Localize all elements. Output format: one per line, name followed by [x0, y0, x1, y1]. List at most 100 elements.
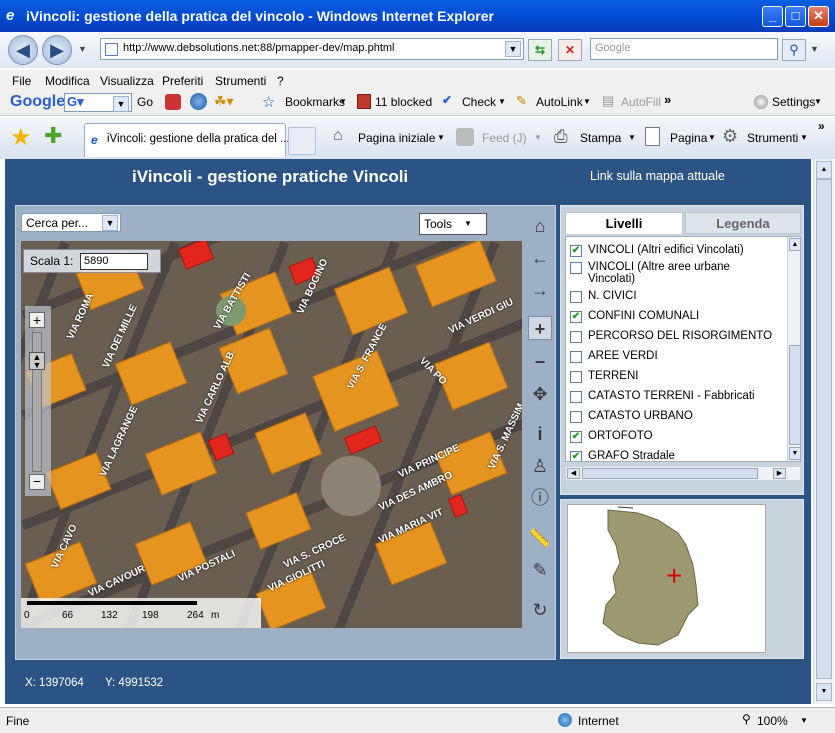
popup-blocked-count[interactable]: 11 blocked: [375, 95, 432, 109]
bookmarks-dropdown-icon[interactable]: ▼: [339, 97, 347, 106]
settings-button[interactable]: Settings: [772, 95, 815, 109]
tools-menu-button[interactable]: Strumenti: [747, 131, 798, 145]
page-scroll-down-icon[interactable]: ▼: [816, 683, 832, 701]
autofill-button[interactable]: AutoFill: [621, 95, 661, 109]
globe-icon[interactable]: [190, 93, 207, 110]
minimize-button[interactable]: _: [762, 6, 783, 27]
page-scrollbar[interactable]: ▲ ▼: [813, 159, 833, 704]
zoom-handle[interactable]: ▲ ▼: [29, 352, 45, 370]
page-scroll-thumb[interactable]: [816, 179, 832, 679]
feed-button[interactable]: Feed (J): [482, 131, 527, 145]
next-extent-icon[interactable]: →: [528, 278, 552, 302]
address-dropdown-icon[interactable]: ▼: [505, 41, 521, 57]
print-dropdown-icon[interactable]: ▼: [628, 133, 636, 142]
google-go-button[interactable]: Go: [137, 95, 153, 109]
news-icon[interactable]: [165, 94, 181, 110]
tools-select-arrow-icon[interactable]: ▼: [464, 219, 472, 228]
search-input[interactable]: Google: [590, 38, 778, 60]
overview-map[interactable]: +: [567, 504, 766, 653]
google-search-input[interactable]: G▾ ▼: [64, 93, 132, 112]
autolink-dropdown-icon[interactable]: ▼: [583, 97, 591, 106]
favorites-star-icon[interactable]: ★: [10, 123, 32, 152]
new-tab-button[interactable]: [288, 127, 316, 155]
refresh-map-icon[interactable]: ↻: [528, 598, 552, 622]
search-options-icon[interactable]: ▼: [810, 44, 819, 54]
search-select[interactable]: Cerca per... ▼: [21, 213, 121, 232]
menu-help[interactable]: ?: [277, 74, 284, 88]
scroll-thumb[interactable]: [789, 345, 800, 445]
scroll-down-icon[interactable]: ▼: [789, 447, 800, 460]
tab-livelli[interactable]: Livelli: [565, 212, 683, 234]
add-favorite-icon[interactable]: ✚: [44, 123, 62, 149]
layer-checkbox[interactable]: ✔: [570, 451, 582, 461]
pagerank-icon[interactable]: ☘▾: [214, 93, 234, 110]
layer-checkbox[interactable]: [570, 262, 582, 274]
settings-dropdown-icon[interactable]: ▼: [814, 97, 822, 106]
star-icon[interactable]: ☆: [262, 93, 275, 111]
search-select-arrow-icon[interactable]: ▼: [102, 215, 118, 231]
search-icon[interactable]: ⚲: [782, 39, 806, 61]
menu-modifica[interactable]: Modifica: [45, 74, 90, 88]
scroll-left-icon[interactable]: ◀: [567, 468, 580, 479]
stop-icon[interactable]: ✕: [558, 39, 582, 61]
autolink-button[interactable]: AutoLink: [536, 95, 583, 109]
select-icon[interactable]: ♙: [528, 454, 552, 478]
zoom-in-icon[interactable]: +: [29, 312, 45, 328]
layer-list-scrollbar[interactable]: ▲ ▼: [787, 237, 800, 461]
map-canvas[interactable]: VIA BATTISTI VIA BOGINO VIA ROMA VIA DEI…: [21, 241, 522, 628]
toolbar-overflow-icon[interactable]: »: [664, 92, 671, 107]
google-dropdown-icon[interactable]: ▼: [113, 96, 129, 112]
zoom-out-icon[interactable]: −: [29, 474, 45, 490]
menu-visualizza[interactable]: Visualizza: [100, 74, 154, 88]
menu-preferiti[interactable]: Preferiti: [162, 74, 203, 88]
layer-checkbox[interactable]: ✔: [570, 245, 582, 257]
check-dropdown-icon[interactable]: ▼: [498, 97, 506, 106]
tab-legenda[interactable]: Legenda: [685, 212, 801, 234]
scroll-up-icon[interactable]: ▲: [789, 238, 800, 251]
home-extent-icon[interactable]: ⌂: [528, 214, 552, 238]
zoom-slider[interactable]: + ▲ ▼ −: [25, 306, 51, 496]
page-menu-button[interactable]: Pagina: [670, 131, 707, 145]
print-icon[interactable]: ⎙: [554, 127, 568, 147]
back-icon[interactable]: ◀: [8, 35, 38, 65]
pan-icon[interactable]: ✥: [528, 382, 552, 406]
layer-checkbox[interactable]: ✔: [570, 311, 582, 323]
check-button[interactable]: Check: [462, 95, 496, 109]
zoom-level[interactable]: 100%: [757, 714, 788, 728]
previous-extent-icon[interactable]: ←: [528, 246, 552, 270]
identify-icon[interactable]: i: [528, 422, 552, 446]
tab-overflow-icon[interactable]: »: [818, 119, 825, 133]
layer-checkbox[interactable]: [570, 351, 582, 363]
tab-current[interactable]: e iVincoli: gestione della pratica del .…: [84, 123, 290, 157]
print-button[interactable]: Stampa: [580, 131, 621, 145]
digitize-icon[interactable]: ✎: [528, 558, 552, 582]
home-dropdown-icon[interactable]: ▼: [437, 133, 445, 142]
scale-input[interactable]: 5890: [80, 253, 148, 270]
layer-checkbox[interactable]: [570, 391, 582, 403]
history-dropdown-icon[interactable]: ▼: [78, 44, 87, 54]
layer-list-hscrollbar[interactable]: ◀ ▶: [565, 466, 801, 481]
layer-checkbox[interactable]: [570, 331, 582, 343]
layer-checkbox[interactable]: [570, 371, 582, 383]
layer-checkbox[interactable]: ✔: [570, 431, 582, 443]
bookmarks-button[interactable]: Bookmarks: [285, 95, 345, 109]
measure-icon[interactable]: 📏: [528, 526, 552, 550]
layer-checkbox[interactable]: [570, 291, 582, 303]
scroll-right-icon[interactable]: ▶: [773, 468, 786, 479]
info-tooltip-icon[interactable]: ⓘ: [528, 486, 552, 510]
tools-dropdown-icon[interactable]: ▼: [800, 133, 808, 142]
home-button[interactable]: Pagina iniziale: [358, 131, 435, 145]
page-scroll-up-icon[interactable]: ▲: [816, 161, 832, 179]
home-icon[interactable]: ⌂: [333, 127, 343, 145]
map-link[interactable]: Link sulla mappa attuale: [590, 169, 725, 183]
maximize-button[interactable]: □: [785, 6, 806, 27]
zoom-out-tool-icon[interactable]: −: [528, 350, 552, 374]
security-zone[interactable]: Internet: [578, 714, 619, 728]
zoom-dropdown-icon[interactable]: ▼: [800, 716, 808, 725]
close-button[interactable]: ✕: [808, 6, 829, 27]
tools-select[interactable]: Tools ▼: [419, 213, 487, 235]
zoom-in-tool-icon[interactable]: +: [528, 316, 552, 340]
forward-icon[interactable]: ▶: [42, 35, 72, 65]
menu-strumenti[interactable]: Strumenti: [215, 74, 266, 88]
hscroll-thumb[interactable]: [582, 468, 758, 479]
